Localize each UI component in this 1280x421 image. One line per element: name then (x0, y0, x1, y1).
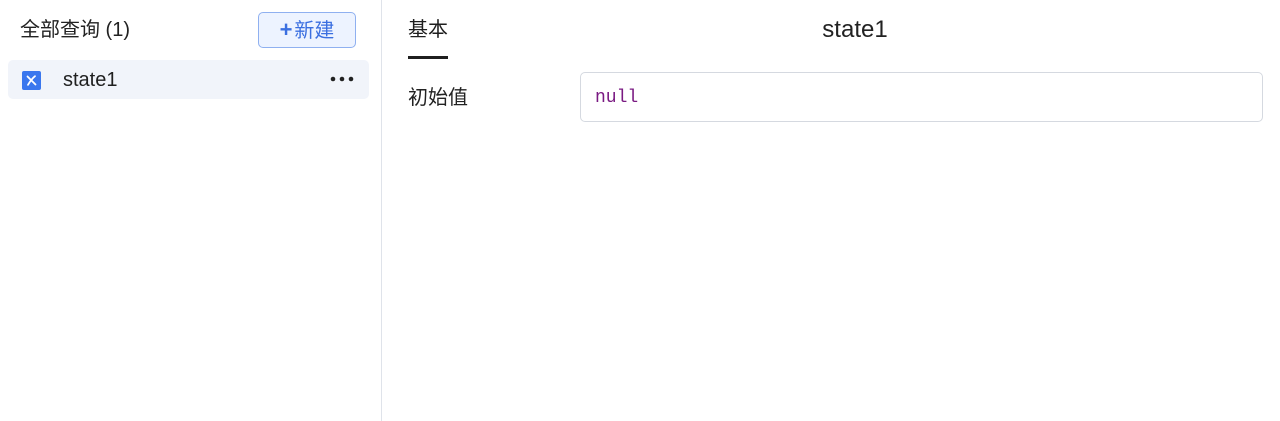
new-query-button[interactable]: + 新建 (258, 12, 356, 48)
initial-value-label: 初始值 (408, 87, 468, 109)
query-list-item-state1[interactable]: state1 (8, 60, 369, 99)
active-tab-indicator (408, 56, 448, 59)
app-root: 全部查询 (1) + 新建 state1 基本 state1 初始值 null (0, 0, 1280, 421)
new-button-label: 新建 (294, 20, 335, 42)
tab-basic[interactable]: 基本 (408, 18, 448, 42)
initial-value-editor[interactable]: null (580, 72, 1263, 122)
more-horizontal-icon[interactable] (329, 70, 355, 88)
sidebar-header: 全部查询 (1) + 新建 (20, 12, 356, 48)
query-item-label: state1 (63, 69, 118, 91)
query-sidebar: 全部查询 (1) + 新建 state1 (0, 0, 382, 421)
detail-title: state1 (822, 16, 888, 43)
plus-icon: + (279, 17, 293, 42)
sidebar-title: 全部查询 (1) (20, 19, 130, 41)
initial-value-text: null (595, 88, 639, 108)
variable-icon (22, 71, 41, 90)
